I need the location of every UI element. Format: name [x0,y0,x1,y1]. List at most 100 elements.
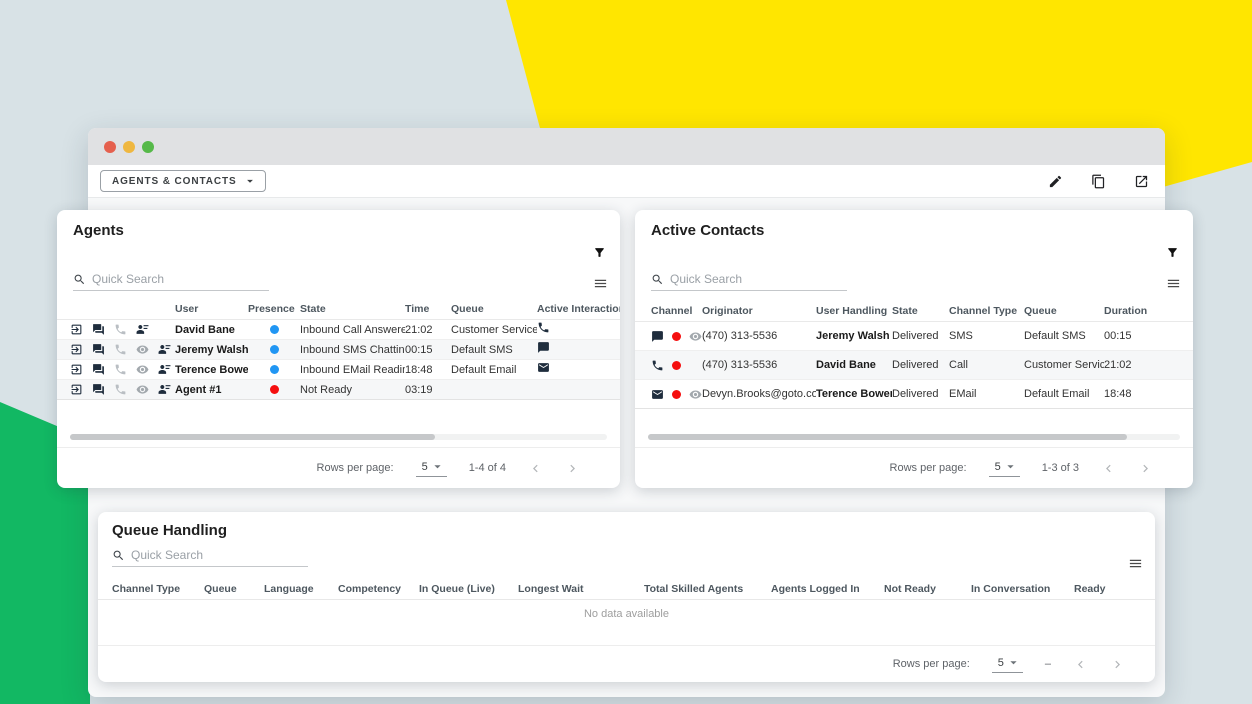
agent-state: Inbound EMail Reading [300,364,405,376]
monitor-icon[interactable] [136,383,149,396]
monitor-icon[interactable] [689,330,702,343]
logout-agent-icon[interactable] [70,343,83,356]
next-page-icon[interactable] [1110,657,1125,672]
contact-originator: (470) 313-5536 [702,330,816,342]
queue-pagination: Rows per page: 5 – [893,650,1125,678]
monitor-icon[interactable] [136,343,149,356]
agent-state: Inbound Call Answered [300,324,405,336]
column-header: Not Ready [884,583,971,595]
rows-per-page-select[interactable]: 5 [416,459,447,477]
column-menu-icon[interactable] [593,276,608,291]
column-header: Language [264,583,338,595]
agent-details-icon[interactable] [158,383,171,396]
agent-actions [57,363,175,376]
chat-with-agent-icon[interactable] [92,363,105,376]
edit-icon[interactable] [1048,174,1063,189]
contact-user-handling: Terence Bowen [816,388,892,400]
contacts-table-header: Channel Originator User Handling State C… [635,300,1193,322]
contact-duration: 00:15 [1104,330,1189,342]
agent-row: Terence Bowen Inbound EMail Reading 18:4… [57,360,620,380]
contact-user-handling: David Bane [816,359,892,371]
empty-state-message: No data available [98,608,1155,620]
next-page-icon[interactable] [565,461,580,476]
call-interaction-icon[interactable] [537,321,550,334]
agent-time: 21:02 [405,324,451,336]
channel-cell [635,330,702,343]
search-icon [651,273,664,286]
call-agent-icon[interactable] [114,363,127,376]
agent-actions [57,323,175,336]
column-menu-icon[interactable] [1166,276,1181,291]
live-indicator-dot [672,361,681,370]
contact-channel-type: Call [949,359,1024,371]
chat-with-agent-icon[interactable] [92,383,105,396]
call-channel-icon [651,359,664,372]
presence-cell [248,381,300,399]
contact-queue: Default Email [1024,388,1104,400]
sms-interaction-icon[interactable] [537,341,550,354]
channel-cell [635,359,702,372]
scrollbar-thumb[interactable] [648,434,1127,440]
agents-search-input[interactable] [92,272,269,286]
agent-details-icon[interactable] [158,363,171,376]
pagination-range: 1-3 of 3 [1042,462,1079,474]
agent-time: 00:15 [405,344,451,356]
agent-name: Jeremy Walsh [175,344,248,356]
queue-handling-table: Channel Type Queue Language Competency I… [98,578,1155,600]
monitor-icon[interactable] [136,363,149,376]
column-menu-icon[interactable] [1128,556,1143,571]
scrollbar-thumb[interactable] [70,434,435,440]
pagination-range: 1-4 of 4 [469,462,506,474]
active-contacts-table: Channel Originator User Handling State C… [635,300,1193,409]
agent-details-icon[interactable] [158,343,171,356]
email-interaction-icon[interactable] [537,361,550,374]
window-maximize-button[interactable] [142,141,154,153]
queue-search-input[interactable] [131,548,308,562]
logout-agent-icon[interactable] [70,383,83,396]
window-close-button[interactable] [104,141,116,153]
pagination-range: – [1045,658,1051,670]
contact-row: Devyn.Brooks@goto.com Terence Bowen Deli… [635,380,1193,409]
agent-queue: Customer Service [451,324,537,336]
rows-per-page-select[interactable]: 5 [992,655,1023,673]
column-header-queue: Queue [1024,305,1104,317]
chevron-down-icon [1006,655,1021,670]
presence-cell [248,321,300,339]
logout-agent-icon[interactable] [70,363,83,376]
active-interaction-cell [537,341,620,359]
contact-row: (470) 313-5536 David Bane Delivered Call… [635,351,1193,380]
presence-dot-blue [270,345,279,354]
open-in-new-icon[interactable] [1134,174,1149,189]
rows-per-page-select[interactable]: 5 [989,459,1020,477]
agent-name: Terence Bowen [175,364,248,376]
call-agent-icon[interactable] [114,343,127,356]
column-header: Channel Type [98,583,204,595]
call-agent-icon[interactable] [114,323,127,336]
column-header-user-handling: User Handling [816,305,892,317]
next-page-icon[interactable] [1138,461,1153,476]
chat-with-agent-icon[interactable] [92,343,105,356]
monitor-icon[interactable] [689,388,702,401]
rows-per-page-value: 5 [995,461,1001,473]
window-minimize-button[interactable] [123,141,135,153]
agent-details-icon[interactable] [136,323,149,336]
logout-agent-icon[interactable] [70,323,83,336]
filter-icon[interactable] [1166,246,1179,259]
call-agent-icon[interactable] [114,383,127,396]
previous-page-icon[interactable] [1073,657,1088,672]
column-header-presence: Presence [248,303,300,315]
copy-icon[interactable] [1091,174,1106,189]
previous-page-icon[interactable] [1101,461,1116,476]
search-icon [73,273,86,286]
view-selector-button[interactable]: AGENTS & CONTACTS [100,170,266,192]
contact-channel-type: EMail [949,388,1024,400]
previous-page-icon[interactable] [528,461,543,476]
column-header: Total Skilled Agents [644,583,771,595]
column-header: In Conversation [971,583,1074,595]
filter-icon[interactable] [593,246,606,259]
active-contacts-card: Active Contacts Channel Originator User … [635,210,1193,488]
chat-with-agent-icon[interactable] [92,323,105,336]
sms-channel-icon [651,330,664,343]
contact-duration: 18:48 [1104,388,1189,400]
contacts-search-input[interactable] [670,272,847,286]
